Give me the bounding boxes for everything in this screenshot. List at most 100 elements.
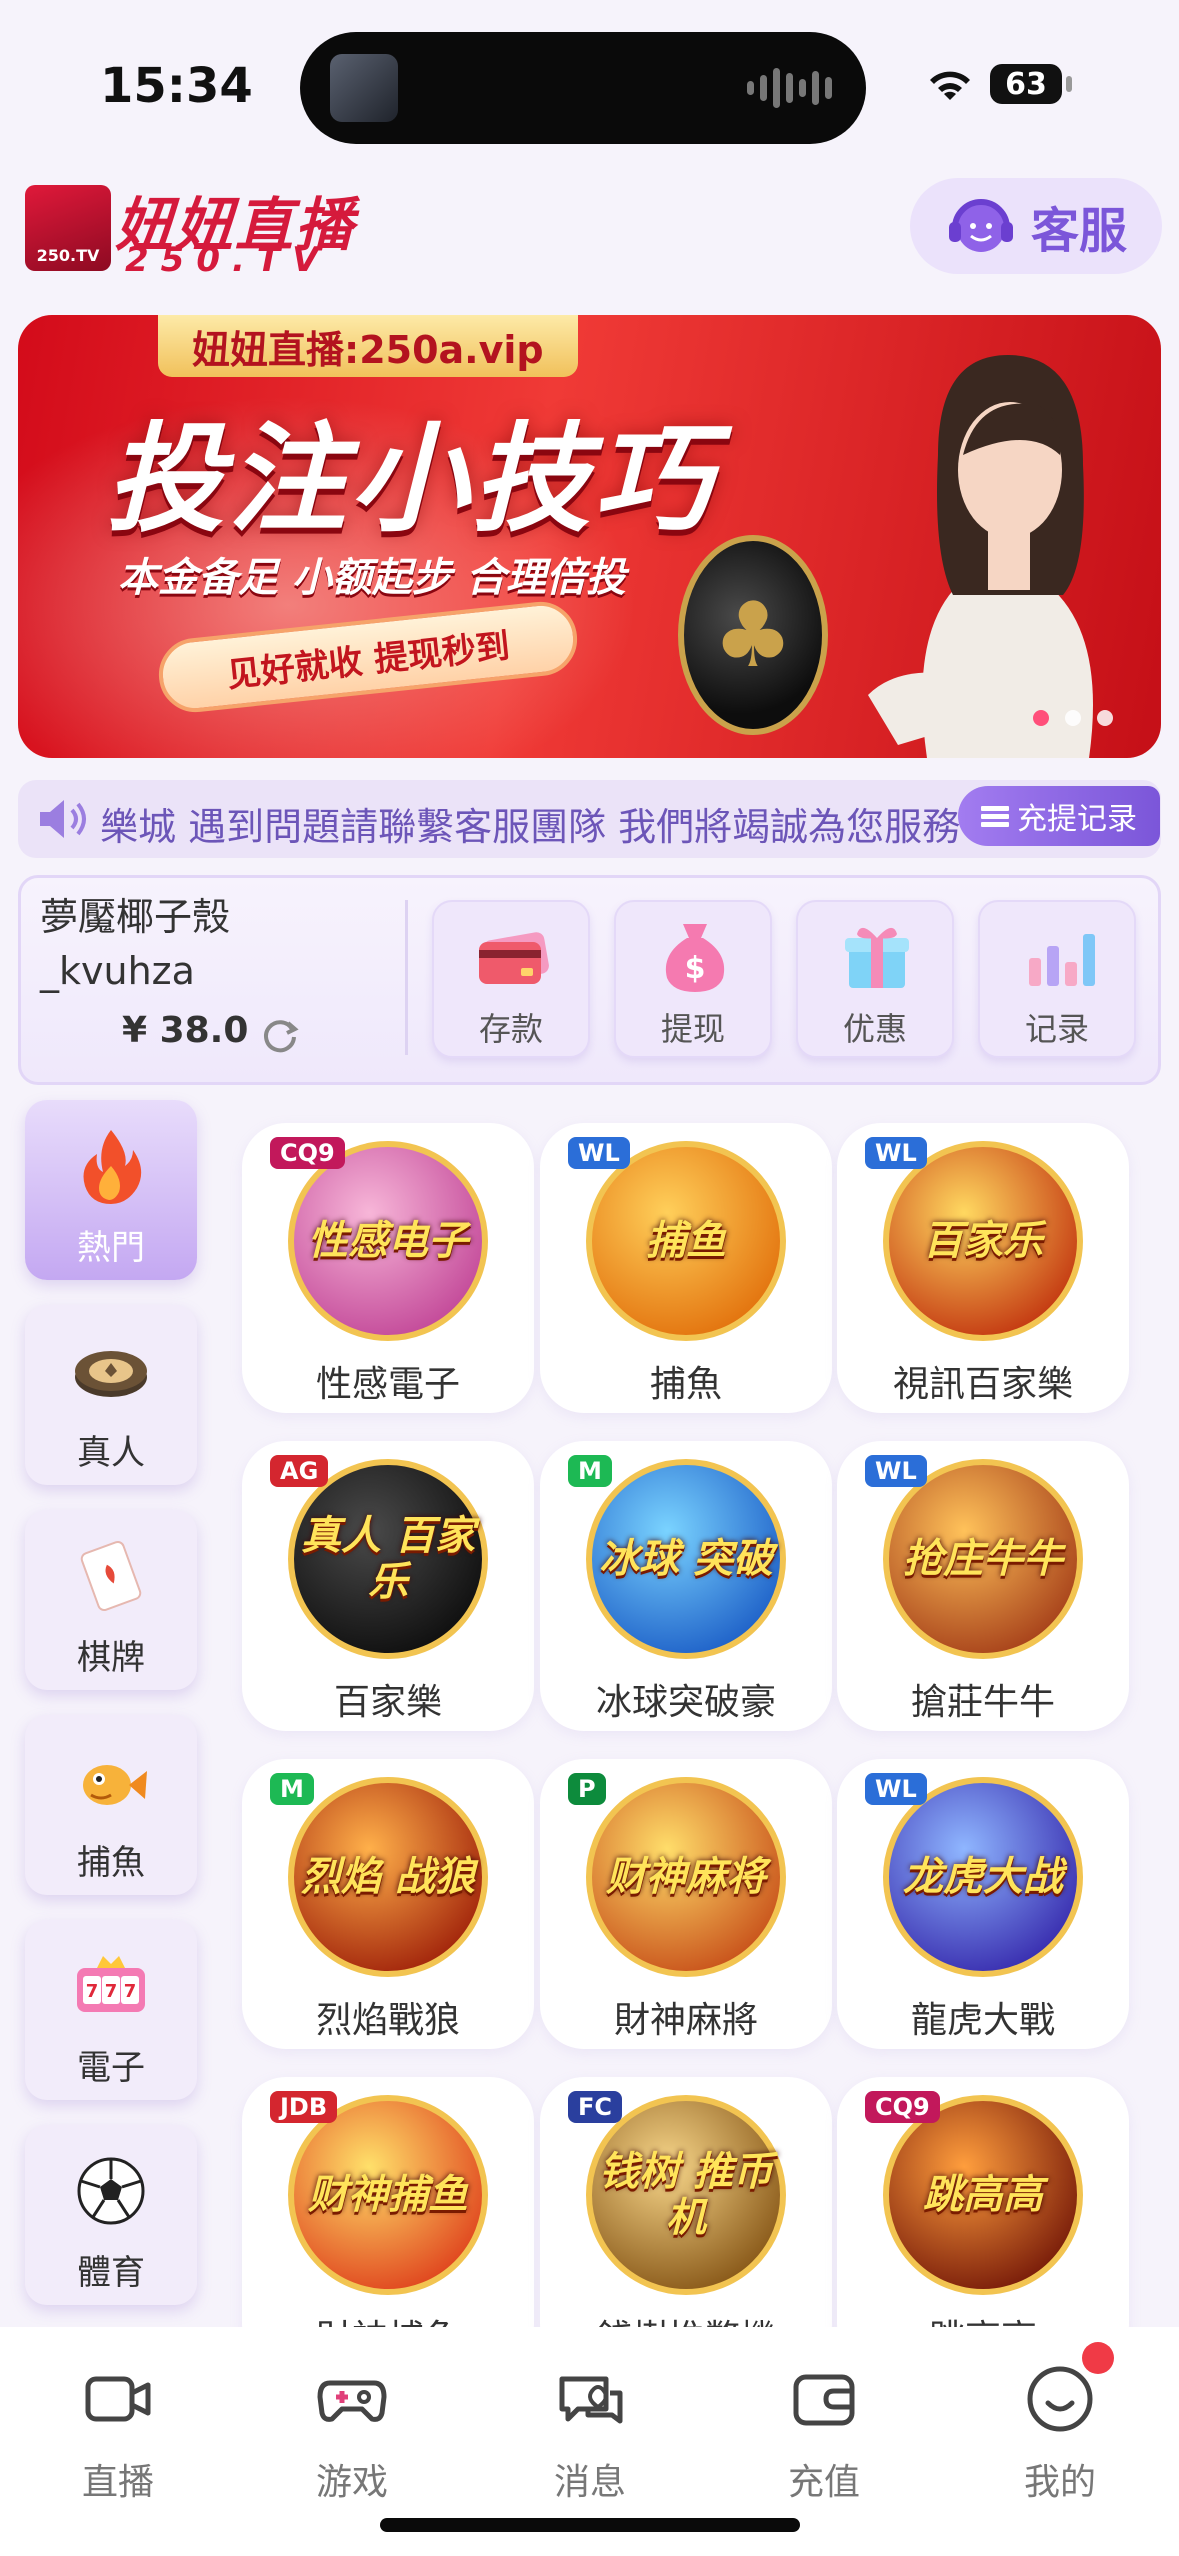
headset-icon	[948, 199, 1013, 252]
game-card[interactable]: 真人 百家乐 AG 百家樂	[242, 1441, 534, 1731]
game-card[interactable]: 性感电子 CQ9 性感電子	[242, 1123, 534, 1413]
tab-label: 直播	[81, 2462, 154, 2503]
promo-banner[interactable]: 妞妞直播:250a.vip 投注小技巧 本金备足 小额起步 合理倍投 见好就收 …	[18, 315, 1161, 758]
tab-games[interactable]: 游戏	[272, 2355, 432, 2505]
gift-icon	[845, 927, 909, 988]
category-fishing[interactable]: 捕魚	[25, 1715, 197, 1895]
game-title: 烈焰戰狼	[315, 2000, 460, 2041]
customer-service-button[interactable]: 客服	[910, 178, 1162, 274]
slot-icon: 7 7 7	[77, 1956, 145, 2012]
game-card[interactable]: 烈焰 战狼 M 烈焰戰狼	[242, 1759, 534, 2049]
game-card[interactable]: 跳高高 CQ9 跳高高	[837, 2077, 1129, 2327]
category-slots[interactable]: 7 7 7 電子	[25, 1920, 197, 2100]
game-card[interactable]: 百家乐 WL 視訊百家樂	[837, 1123, 1129, 1413]
game-card[interactable]: 龙虎大战 WL 龍虎大戰	[837, 1759, 1129, 2049]
game-card[interactable]: 抢庄牛牛 WL 搶莊牛牛	[837, 1441, 1129, 1731]
card-icon	[479, 932, 549, 984]
provider-badge: WL	[865, 1455, 927, 1487]
fish-icon	[83, 1765, 147, 1805]
username: 夢魘椰子殼 _kvuhza	[40, 890, 370, 998]
record-button-label: 充提记录	[1017, 802, 1137, 837]
provider-badge: JDB	[270, 2091, 338, 2123]
logo-badge-text: 250.TV	[36, 246, 100, 265]
game-title: 財神麻將	[613, 2000, 758, 2041]
game-icon: 真人 百家乐	[288, 1459, 488, 1659]
tab-profile[interactable]: 我的	[980, 2355, 1140, 2505]
deposit-label: 存款	[478, 1010, 543, 1048]
now-playing-thumbnail	[330, 54, 398, 122]
provider-badge: CQ9	[865, 2091, 940, 2123]
smile-icon	[1027, 2366, 1093, 2432]
game-title: 龍虎大戰	[910, 2000, 1055, 2041]
game-card[interactable]: 捕鱼 WL 捕魚	[540, 1123, 832, 1413]
game-card[interactable]: 冰球 突破 M 冰球突破豪	[540, 1441, 832, 1731]
provider-badge: FC	[568, 2091, 623, 2123]
chat-icon	[559, 2376, 623, 2424]
tab-label: 消息	[553, 2462, 626, 2503]
wallet-icon	[793, 2374, 855, 2426]
game-title: 性感電子	[315, 1364, 460, 1405]
tab-label: 充值	[787, 2462, 860, 2503]
game-icon: 跳高高	[883, 2095, 1083, 2295]
svg-text:7: 7	[86, 1981, 99, 2002]
speaker-icon	[40, 800, 86, 838]
game-card[interactable]: 钱树 推币机 FC 錢樹推幣機	[540, 2077, 832, 2327]
category-chess-cards[interactable]: 棋牌	[25, 1510, 197, 1690]
promotions-button[interactable]: 优惠	[796, 900, 954, 1058]
game-art-text: 财神麻将	[606, 1854, 766, 1900]
banner-dot[interactable]	[1097, 710, 1113, 726]
banner-dot[interactable]	[1065, 710, 1081, 726]
game-grid: 性感电子 CQ9 性感電子 捕鱼 WL 捕魚 百家乐 WL 視訊百家樂 真人 百家乐 AG 百家樂 冰球…	[230, 1105, 1179, 2327]
deposit-button[interactable]: 存款	[432, 900, 590, 1058]
money-bag-icon: $	[665, 924, 725, 992]
game-card[interactable]: 财神麻将 P 財神麻將	[540, 1759, 832, 2049]
game-icon: 性感电子	[288, 1141, 488, 1341]
tab-live[interactable]: 直播	[38, 2355, 198, 2505]
records-button[interactable]: 记录	[978, 900, 1136, 1058]
promotions-label: 优惠	[842, 1010, 907, 1048]
category-hot[interactable]: 熱門	[25, 1100, 197, 1280]
game-art-text: 龙虎大战	[903, 1854, 1063, 1900]
category-label: 體育	[77, 2253, 145, 2293]
game-art-text: 捕鱼	[646, 1218, 726, 1264]
provider-badge: M	[270, 1773, 314, 1805]
logo-subtitle: 250.TV	[125, 240, 331, 280]
category-label: 熱門	[77, 1228, 145, 1268]
tab-recharge[interactable]: 充值	[744, 2355, 904, 2505]
game-title: 捕魚	[649, 1364, 722, 1405]
category-sports[interactable]: 體育	[25, 2125, 197, 2305]
flame-icon	[83, 1130, 142, 1204]
provider-badge: WL	[568, 1137, 630, 1169]
withdraw-button[interactable]: $ 提现	[614, 900, 772, 1058]
svg-text:7: 7	[105, 1981, 118, 2002]
refresh-icon[interactable]	[258, 1013, 302, 1057]
game-icon: 钱树 推币机	[586, 2095, 786, 2295]
gamepad-icon	[317, 2380, 387, 2422]
soccer-ball-icon	[77, 2157, 145, 2225]
game-title: 視訊百家樂	[892, 1364, 1073, 1405]
withdraw-label: 提现	[660, 1010, 725, 1048]
banner-title: 投注小技巧	[106, 410, 717, 548]
username-line-1: 夢魘椰子殼	[40, 895, 231, 939]
banner-dot[interactable]	[1033, 710, 1049, 726]
customer-service-label: 客服	[1030, 203, 1127, 259]
dynamic-island	[300, 32, 866, 144]
game-art-text: 冰球 突破	[599, 1536, 773, 1582]
game-art-text: 烈焰 战狼	[301, 1854, 475, 1900]
banner-pagination	[1033, 710, 1113, 726]
tab-messages[interactable]: 消息	[510, 2355, 670, 2505]
svg-text:7: 7	[124, 1981, 137, 2002]
card-icon	[80, 1540, 142, 1612]
game-card[interactable]: 财神捕鱼 JDB 財神捕魚	[242, 2077, 534, 2327]
category-label: 捕魚	[77, 1843, 145, 1883]
chip-icon	[75, 1351, 147, 1397]
audio-wave-icon	[747, 68, 832, 108]
category-live[interactable]: 真人	[25, 1305, 197, 1485]
game-icon: 财神麻将	[586, 1777, 786, 1977]
deposit-withdraw-record-button[interactable]: 充提记录	[958, 786, 1160, 846]
battery-cap	[1066, 76, 1072, 92]
battery-indicator: 63	[990, 64, 1062, 104]
provider-badge: M	[568, 1455, 612, 1487]
game-icon: 捕鱼	[586, 1141, 786, 1341]
tab-label: 我的	[1023, 2462, 1096, 2503]
